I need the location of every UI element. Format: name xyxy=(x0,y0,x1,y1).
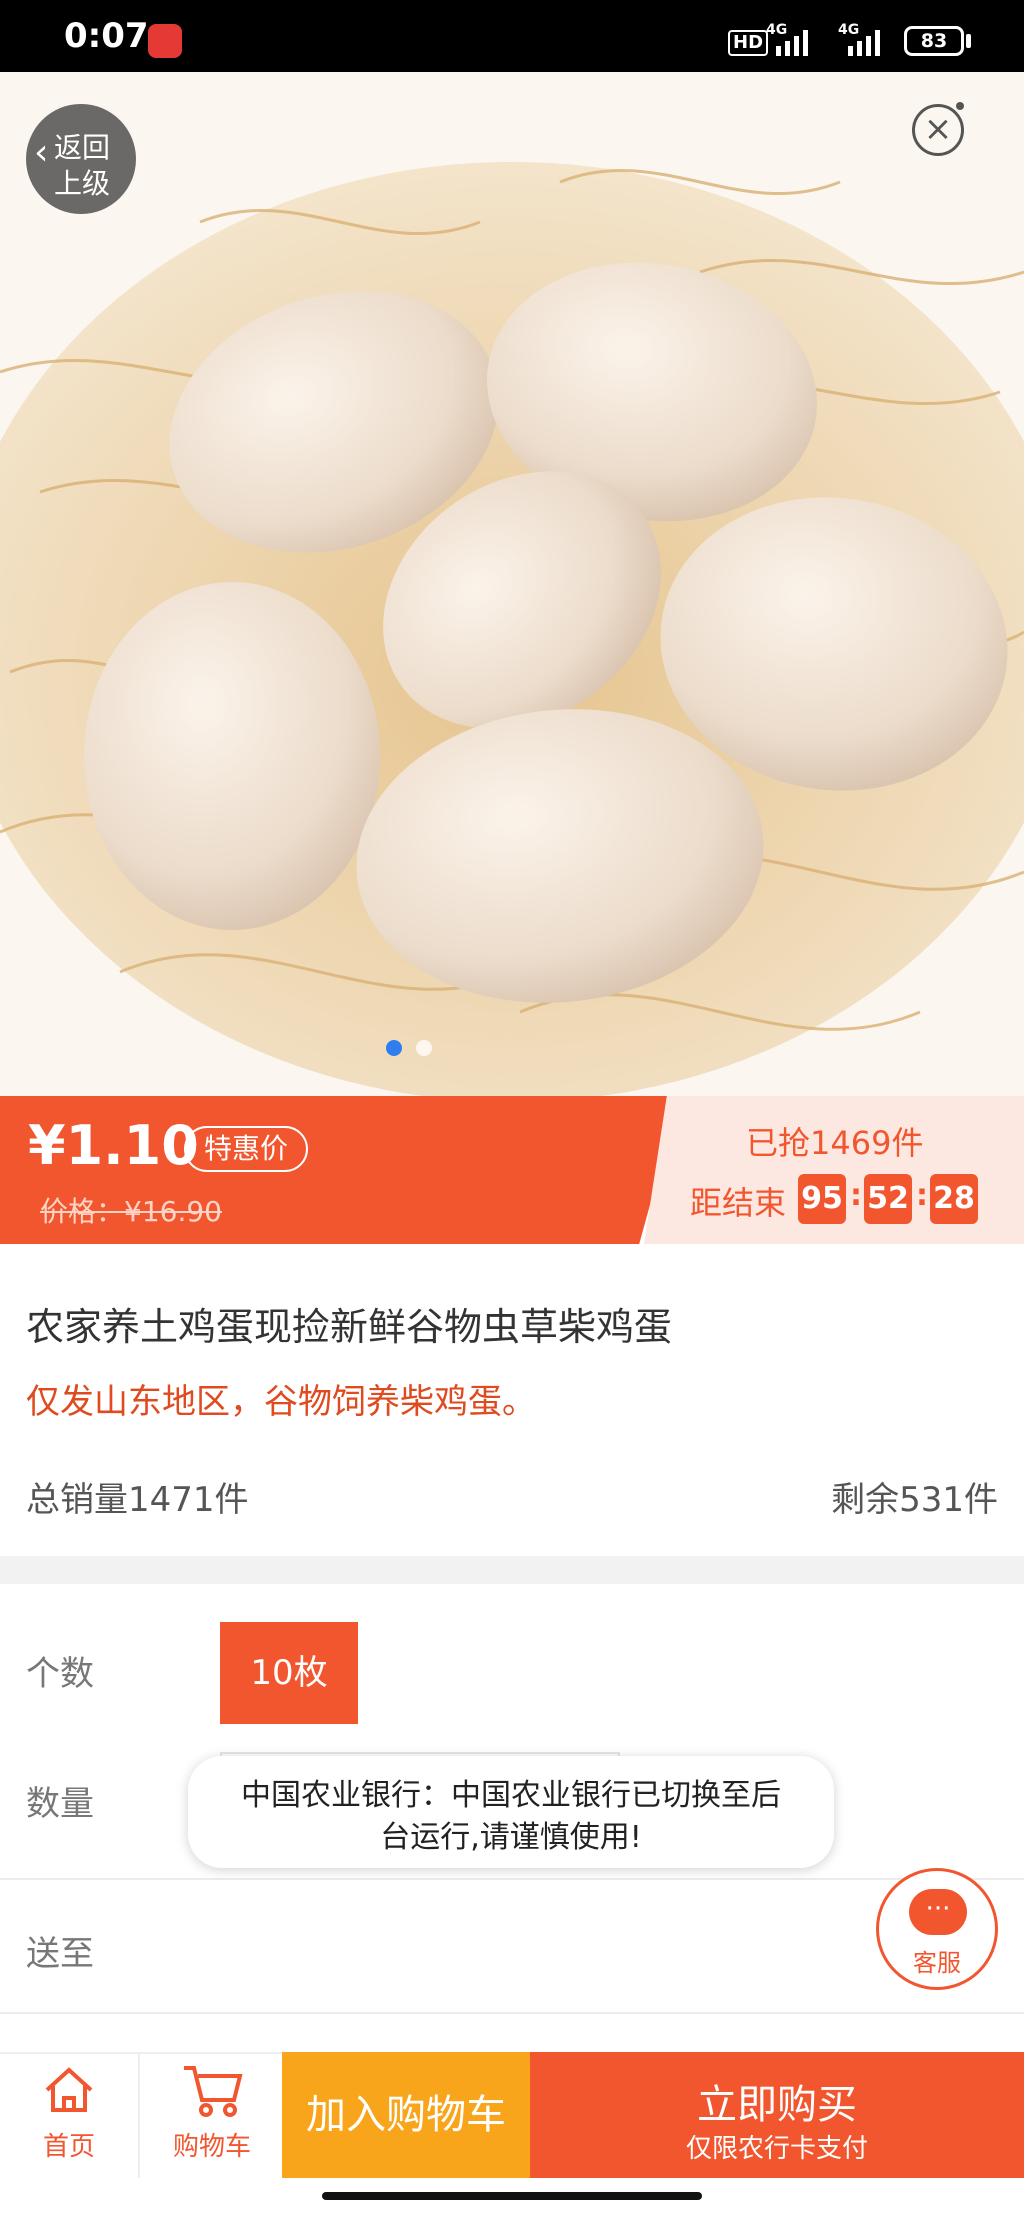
back-label-line2: 上级 xyxy=(54,167,111,200)
hd-badge: HD xyxy=(728,30,769,56)
nav-home-label: 首页 xyxy=(42,2132,95,2162)
buy-now-note: 仅限农行卡支付 xyxy=(685,2134,868,2164)
close-badge-dot xyxy=(956,102,964,110)
buy-now-label: 立即购买 xyxy=(697,2082,857,2128)
countdown-seconds: 28 xyxy=(930,1174,978,1224)
carousel-dot-active[interactable] xyxy=(386,1040,402,1056)
nav-home[interactable]: 首页 xyxy=(0,2052,138,2178)
customer-service-label: 客服 xyxy=(913,1949,961,1977)
home-indicator[interactable] xyxy=(322,2192,702,2200)
toast-line2: 台运行,请谨慎使用! xyxy=(380,1820,642,1855)
app-notification-icon xyxy=(148,24,182,58)
cart-icon xyxy=(184,2066,243,2117)
battery-tip xyxy=(966,34,971,48)
total-sales: 总销量1471件 xyxy=(26,1480,249,1520)
nav-cart-label: 购物车 xyxy=(172,2132,251,2162)
product-subtitle: 仅发山东地区，谷物饲养柴鸡蛋。 xyxy=(26,1382,536,1422)
ship-to-label[interactable]: 送至 xyxy=(26,1926,94,1975)
home-icon xyxy=(45,2067,93,2112)
product-image[interactable] xyxy=(0,72,1024,1096)
section-divider xyxy=(0,1556,1024,1584)
special-price-badge: 特惠价 xyxy=(184,1126,309,1172)
sold-count: 已抢1469件 xyxy=(746,1124,924,1162)
stock-remaining: 剩余531件 xyxy=(831,1480,998,1520)
status-bar: 0:07 HD 4G 4G 83 xyxy=(0,0,1024,72)
toast-line1: 中国农业银行：中国农业银行已切换至后 xyxy=(241,1778,781,1813)
status-time: 0:07 xyxy=(64,16,149,56)
countdown-minutes: 52 xyxy=(864,1174,912,1224)
signal-icon xyxy=(776,30,808,56)
current-price: ¥1.10 xyxy=(28,1114,199,1177)
divider xyxy=(0,1878,1024,1880)
countdown-separator: : xyxy=(916,1178,928,1213)
signal-icon xyxy=(848,30,880,56)
chat-bubble-icon: ··· xyxy=(909,1889,967,1935)
divider xyxy=(0,2012,1024,2014)
countdown-hours: 95 xyxy=(798,1174,846,1224)
add-to-cart-button[interactable]: 加入购物车 xyxy=(282,2052,530,2178)
back-button[interactable]: ‹ 返回 上级 xyxy=(26,104,136,214)
count-option-label: 个数 xyxy=(26,1654,94,1694)
back-label-line1: 返回 xyxy=(54,131,111,164)
countdown-label: 距结束 xyxy=(690,1184,787,1222)
countdown-separator: : xyxy=(850,1178,862,1213)
chevron-left-icon: ‹ xyxy=(34,132,49,173)
customer-service-button[interactable]: ··· 客服 xyxy=(876,1868,998,1990)
original-price: 价格：¥16.90 xyxy=(40,1195,222,1228)
buy-now-button[interactable]: 立即购买 仅限农行卡支付 xyxy=(530,2052,1024,2178)
carousel-dot[interactable] xyxy=(416,1040,432,1056)
battery-icon: 83 xyxy=(904,26,964,56)
quantity-label: 数量 xyxy=(26,1784,94,1824)
product-title: 农家养土鸡蛋现捡新鲜谷物虫草柴鸡蛋 xyxy=(26,1305,673,1349)
count-option-10[interactable]: 10枚 xyxy=(220,1622,358,1724)
toast-message: 中国农业银行：中国农业银行已切换至后 台运行,请谨慎使用! xyxy=(188,1756,834,1868)
eggs-photo xyxy=(0,72,1024,1096)
close-icon[interactable]: × xyxy=(912,104,964,156)
nav-cart[interactable]: 购物车 xyxy=(138,2052,284,2178)
